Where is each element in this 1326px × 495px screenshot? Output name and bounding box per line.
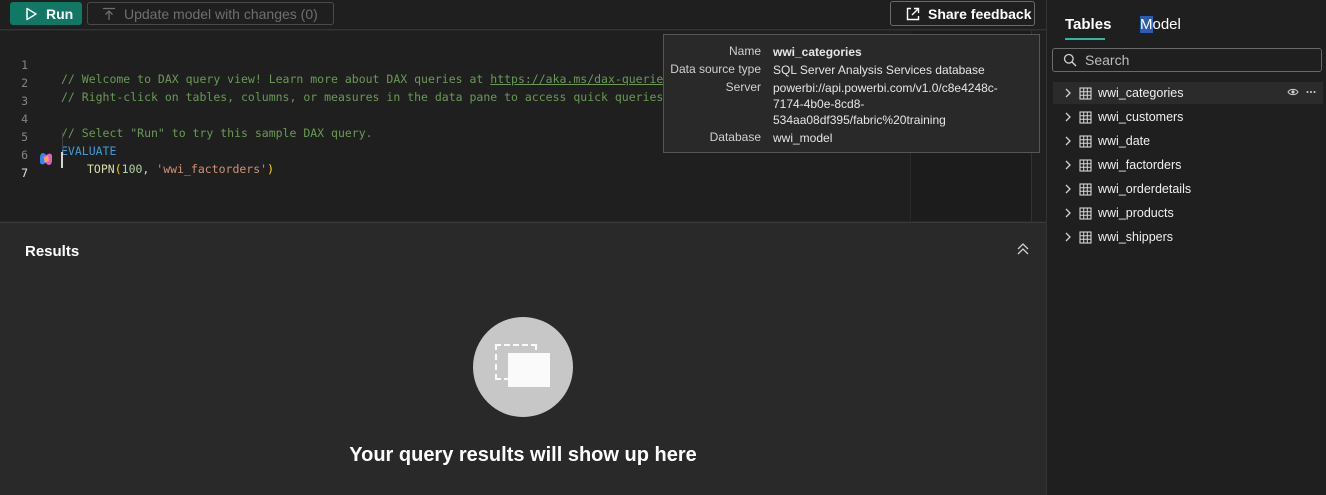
run-button[interactable]: Run xyxy=(10,2,82,25)
dax-query-view: Run Update model with changes (0) Share … xyxy=(0,0,1326,495)
search-icon xyxy=(1063,53,1077,67)
active-tab-indicator xyxy=(1065,38,1105,40)
collapse-up-icon[interactable] xyxy=(1015,241,1031,257)
table-item[interactable]: wwi_products xyxy=(1053,202,1323,224)
chevron-right-icon[interactable] xyxy=(1061,182,1075,196)
tooltip-label: Data source type xyxy=(670,62,761,76)
table-icon xyxy=(1079,206,1092,220)
results-title: Results xyxy=(25,243,80,260)
external-link-icon xyxy=(906,7,920,20)
chevron-right-icon[interactable] xyxy=(1061,158,1075,172)
model-tab-highlight: M xyxy=(1140,16,1153,33)
data-pane: Tables Model wwi_categories wwi_customers… xyxy=(1046,0,1326,495)
table-icon xyxy=(1079,158,1092,172)
tab-tables[interactable]: Tables xyxy=(1065,16,1111,33)
server-line: powerbi://api.powerbi.com/v1.0/c8e4248c- xyxy=(773,81,998,95)
chevron-right-icon[interactable] xyxy=(1061,86,1075,100)
tooltip-label: Database xyxy=(709,130,761,144)
table-name: wwi_customers xyxy=(1098,110,1184,124)
empty-results-message: Your query results will show up here xyxy=(349,444,697,466)
results-panel: Results Your query results will show up … xyxy=(0,222,1046,495)
table-item[interactable]: wwi_orderdetails xyxy=(1053,178,1323,200)
upload-icon xyxy=(103,7,115,20)
table-item[interactable]: wwi_customers xyxy=(1053,106,1323,128)
table-name: wwi_orderdetails xyxy=(1098,182,1192,196)
table-name: wwi_products xyxy=(1098,206,1174,220)
more-options-icon[interactable] xyxy=(1305,86,1317,98)
table-icon xyxy=(1079,86,1092,100)
code-line: 7 xyxy=(0,152,905,180)
run-label: Run xyxy=(46,5,74,22)
table-item[interactable]: wwi_factorders xyxy=(1053,154,1323,176)
share-feedback-label: Share feedback xyxy=(928,5,1032,22)
server-line: 534aa08df395/fabric%20training xyxy=(773,113,946,127)
table-icon xyxy=(1079,182,1092,196)
table-icon xyxy=(1079,134,1092,148)
tooltip-value: wwi_model xyxy=(773,131,833,145)
table-item[interactable]: wwi_categories xyxy=(1053,82,1323,104)
tooltip-label: Name xyxy=(728,44,761,58)
toolbar: Run Update model with changes (0) Share … xyxy=(0,0,1046,30)
update-model-label: Update model with changes (0) xyxy=(124,5,318,22)
tooltip-value: SQL Server Analysis Services database xyxy=(773,63,985,77)
search-input[interactable] xyxy=(1085,52,1285,68)
table-name: wwi_categories xyxy=(1098,86,1184,100)
table-name: wwi_factorders xyxy=(1098,158,1182,172)
row-actions xyxy=(1287,86,1317,98)
model-tab-rest: odel xyxy=(1152,16,1181,33)
table-icon xyxy=(1079,110,1092,124)
window-shape xyxy=(508,353,550,387)
play-icon xyxy=(26,7,37,20)
eye-icon[interactable] xyxy=(1287,86,1299,98)
table-item[interactable]: wwi_date xyxy=(1053,130,1323,152)
table-name: wwi_shippers xyxy=(1098,230,1174,244)
tooltip-label: Server xyxy=(725,80,761,94)
line-number: 7 xyxy=(21,166,28,180)
copilot-icon[interactable] xyxy=(38,151,54,167)
tooltip-value: powerbi://api.powerbi.com/v1.0/c8e4248c-… xyxy=(773,80,1033,128)
share-feedback-button[interactable]: Share feedback xyxy=(890,1,1035,26)
tab-model[interactable]: Model xyxy=(1140,16,1181,33)
table-info-tooltip: Name wwi_categories Data source type SQL… xyxy=(663,34,1040,153)
chevron-right-icon[interactable] xyxy=(1061,206,1075,220)
indent-guide xyxy=(62,132,63,150)
update-model-button[interactable]: Update model with changes (0) xyxy=(87,2,334,25)
text-cursor xyxy=(61,152,63,168)
chevron-right-icon[interactable] xyxy=(1061,230,1075,244)
search-box[interactable] xyxy=(1052,48,1322,72)
table-name: wwi_date xyxy=(1098,134,1151,148)
table-icon xyxy=(1079,230,1092,244)
chevron-right-icon[interactable] xyxy=(1061,134,1075,148)
table-item[interactable]: wwi_shippers xyxy=(1053,226,1323,248)
server-line: 7174-4b0e-8cd8- xyxy=(773,97,865,111)
chevron-right-icon[interactable] xyxy=(1061,110,1075,124)
tooltip-value: wwi_categories xyxy=(773,45,862,59)
empty-results-illustration xyxy=(473,317,573,417)
